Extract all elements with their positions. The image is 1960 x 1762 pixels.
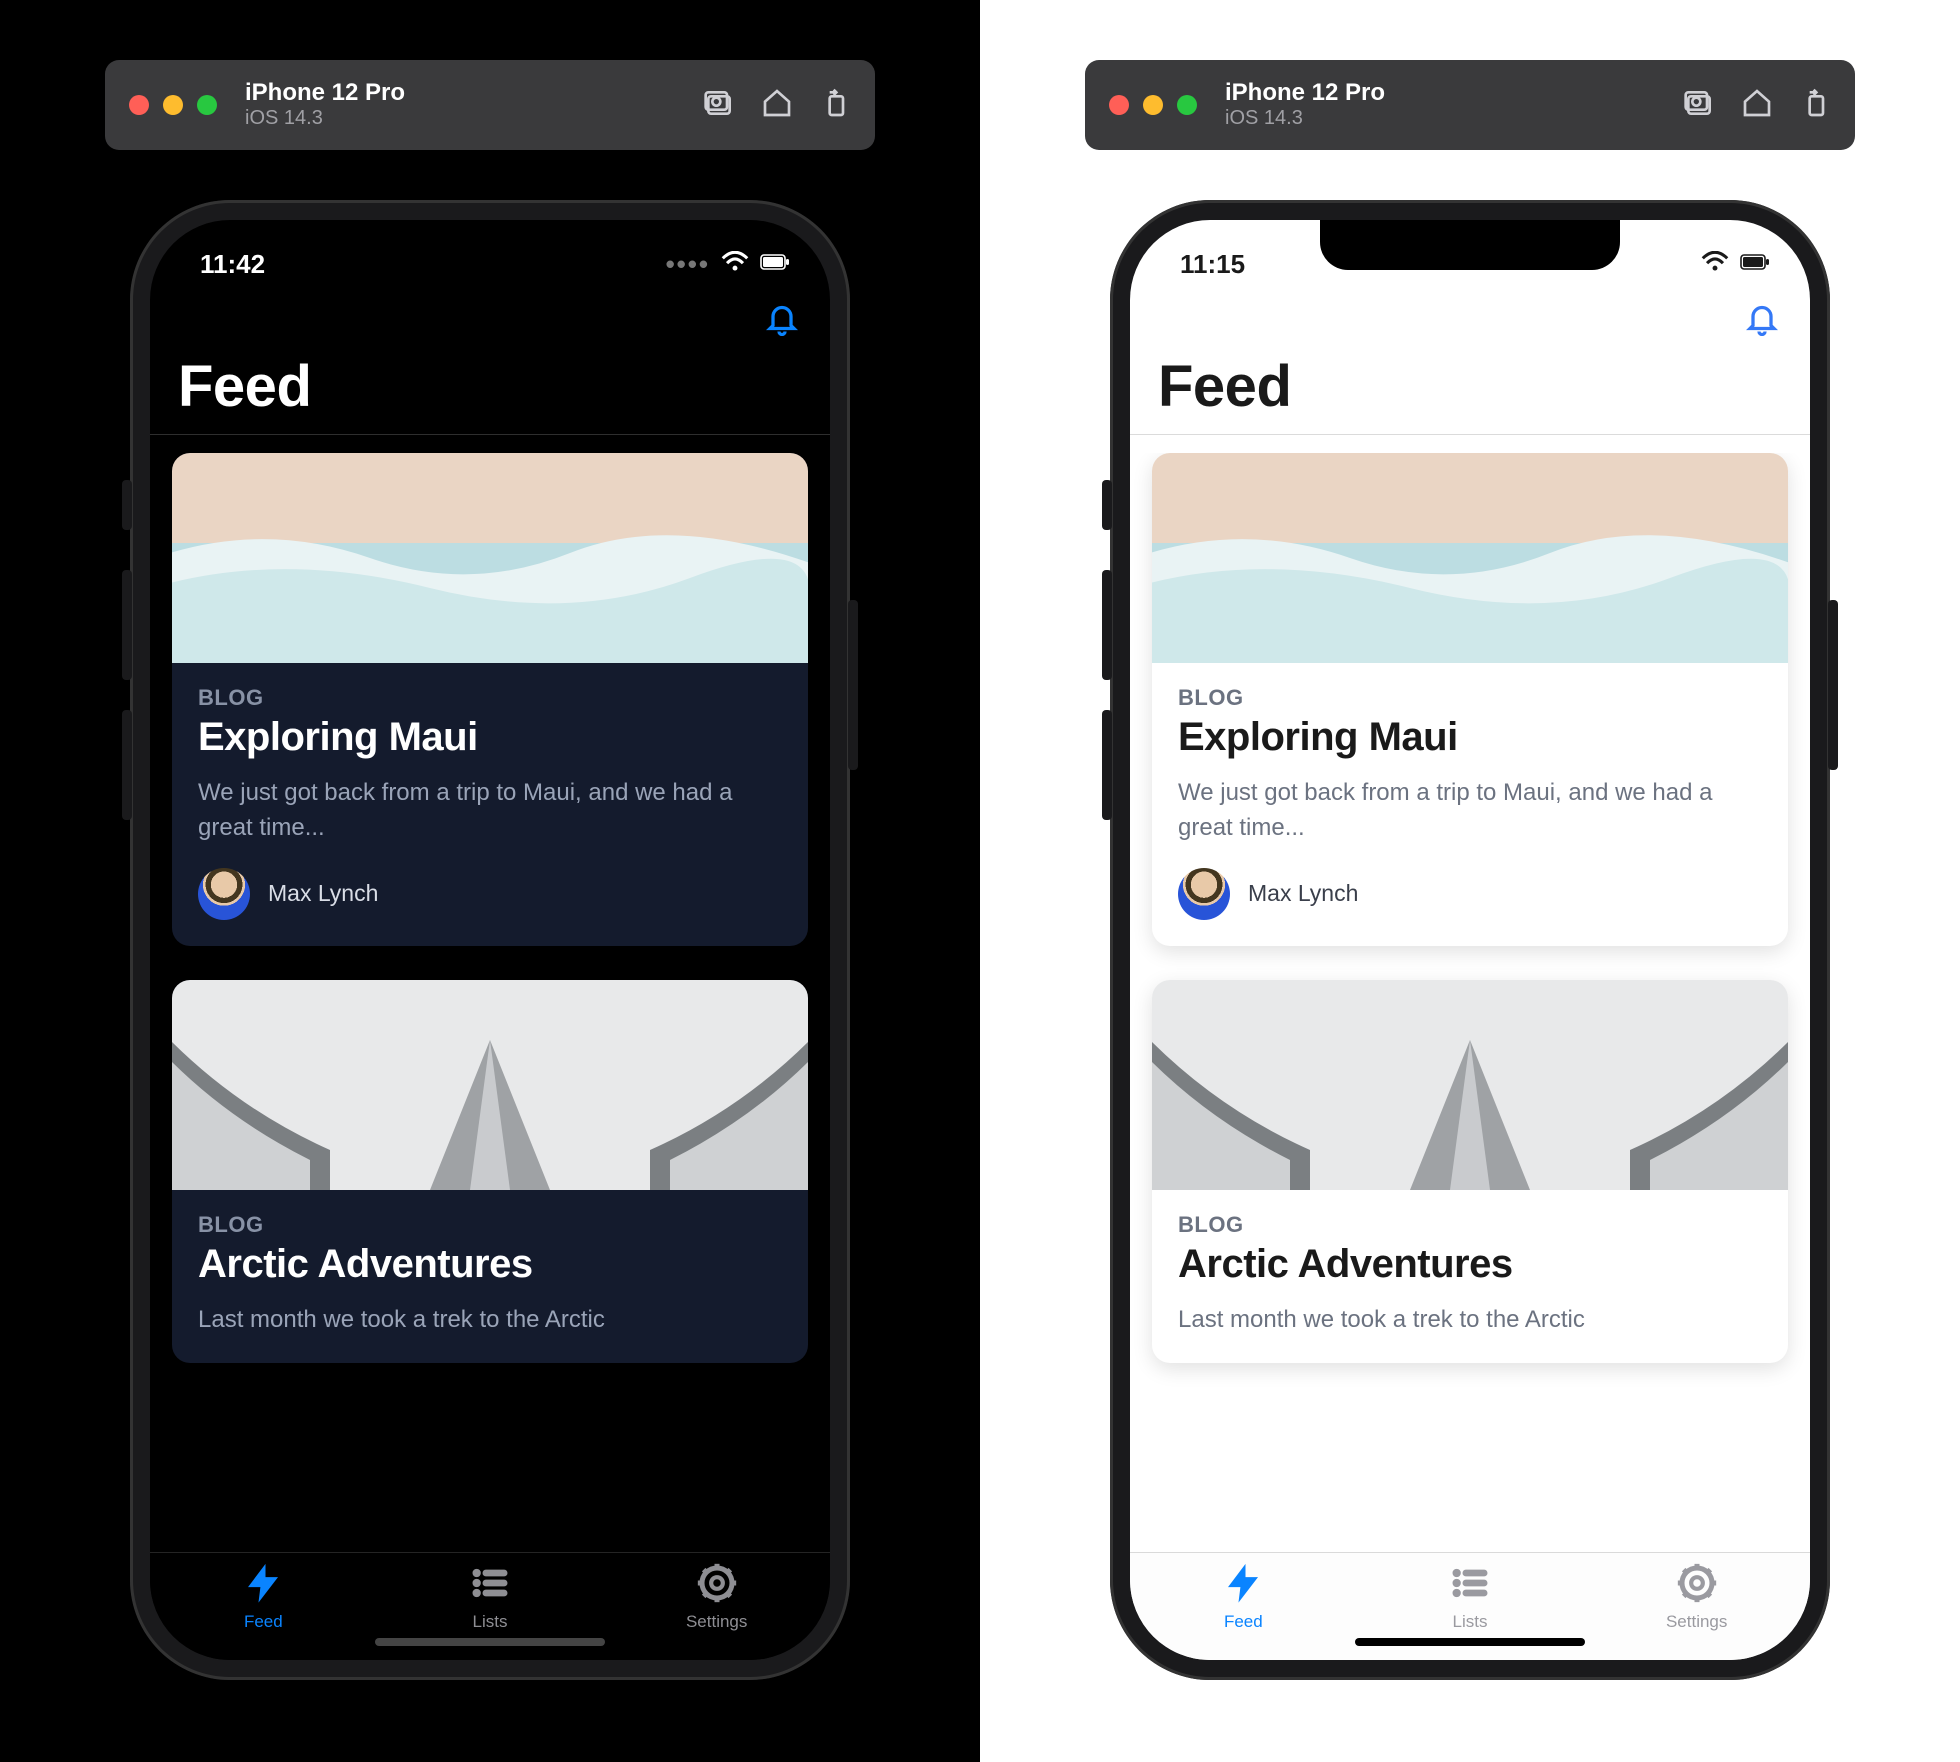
- card-image-snow: [1152, 980, 1788, 1190]
- wifi-icon: [720, 249, 750, 280]
- tab-lists[interactable]: Lists: [377, 1563, 604, 1632]
- rotate-icon[interactable]: [1799, 87, 1831, 124]
- feed-list[interactable]: BLOG Exploring Maui We just got back fro…: [150, 453, 830, 1552]
- tab-settings[interactable]: Settings: [1583, 1563, 1810, 1632]
- simulator-device-info: iPhone 12 Pro iOS 14.3: [1225, 80, 1385, 129]
- simulator-titlebar: iPhone 12 Pro iOS 14.3: [1085, 60, 1855, 150]
- list-icon: [470, 1563, 510, 1608]
- feed-list[interactable]: BLOG Exploring Maui We just got back fro…: [1130, 453, 1810, 1552]
- volume-down-button: [122, 710, 132, 820]
- feed-card[interactable]: BLOG Arctic Adventures Last month we too…: [172, 980, 808, 1364]
- home-icon[interactable]: [1741, 87, 1773, 124]
- status-time: 11:42: [200, 249, 265, 280]
- page-title: Feed: [1130, 341, 1810, 434]
- battery-icon: [760, 249, 790, 280]
- minimize-window-button[interactable]: [163, 95, 183, 115]
- card-description: Last month we took a trek to the Arctic: [1178, 1303, 1762, 1338]
- window-controls: [129, 95, 217, 115]
- card-title: Exploring Maui: [1178, 715, 1762, 760]
- tab-feed[interactable]: Feed: [1130, 1563, 1357, 1632]
- tab-lists[interactable]: Lists: [1357, 1563, 1584, 1632]
- screenshot-icon[interactable]: [1683, 87, 1715, 124]
- fullscreen-window-button[interactable]: [1177, 95, 1197, 115]
- gear-icon: [1677, 1563, 1717, 1608]
- simulator-os-version: iOS 14.3: [1225, 107, 1385, 130]
- card-description: We just got back from a trip to Maui, an…: [1178, 776, 1762, 846]
- author-name: Max Lynch: [1248, 880, 1358, 907]
- card-title: Exploring Maui: [198, 715, 782, 760]
- tab-settings[interactable]: Settings: [603, 1563, 830, 1632]
- simulator-toolbar: [703, 87, 851, 124]
- tab-label: Feed: [1224, 1612, 1263, 1632]
- mute-switch: [1102, 480, 1112, 530]
- card-kicker: BLOG: [198, 685, 782, 711]
- simulator-toolbar: [1683, 87, 1831, 124]
- screen-light: 11:15 Feed: [1130, 220, 1810, 1660]
- card-image-beach: [172, 453, 808, 663]
- simulator-device-name: iPhone 12 Pro: [245, 80, 405, 106]
- wifi-icon: [1700, 249, 1730, 280]
- tab-feed[interactable]: Feed: [150, 1563, 377, 1632]
- status-bar: 11:42 ••••: [150, 220, 830, 290]
- pane-dark-mode: iPhone 12 Pro iOS 14.3 11:42 ••••: [0, 0, 980, 1762]
- tab-label: Lists: [1453, 1612, 1488, 1632]
- simulator-device-info: iPhone 12 Pro iOS 14.3: [245, 80, 405, 129]
- bolt-icon: [243, 1563, 283, 1608]
- cellular-dots-icon: ••••: [666, 249, 710, 280]
- gear-icon: [697, 1563, 737, 1608]
- close-window-button[interactable]: [1109, 95, 1129, 115]
- battery-icon: [1740, 249, 1770, 280]
- title-divider: [150, 434, 830, 435]
- volume-up-button: [1102, 570, 1112, 680]
- list-icon: [1450, 1563, 1490, 1608]
- author-name: Max Lynch: [268, 880, 378, 907]
- feed-card[interactable]: BLOG Arctic Adventures Last month we too…: [1152, 980, 1788, 1364]
- tab-label: Lists: [473, 1612, 508, 1632]
- window-controls: [1109, 95, 1197, 115]
- card-description: We just got back from a trip to Maui, an…: [198, 776, 782, 846]
- tab-label: Settings: [1666, 1612, 1727, 1632]
- simulator-titlebar: iPhone 12 Pro iOS 14.3: [105, 60, 875, 150]
- tab-label: Settings: [686, 1612, 747, 1632]
- screenshot-icon[interactable]: [703, 87, 735, 124]
- home-indicator[interactable]: [1355, 1638, 1585, 1646]
- card-title: Arctic Adventures: [1178, 1242, 1762, 1287]
- home-indicator[interactable]: [375, 1638, 605, 1646]
- screen-dark: 11:42 •••• Feed: [150, 220, 830, 1660]
- simulator-device-name: iPhone 12 Pro: [1225, 80, 1385, 106]
- bolt-icon: [1223, 1563, 1263, 1608]
- power-button: [848, 600, 858, 770]
- author-avatar: [1178, 868, 1230, 920]
- rotate-icon[interactable]: [819, 87, 851, 124]
- title-divider: [1130, 434, 1810, 435]
- mute-switch: [122, 480, 132, 530]
- phone-frame-light: 11:15 Feed: [1110, 200, 1830, 1680]
- power-button: [1828, 600, 1838, 770]
- card-kicker: BLOG: [198, 1212, 782, 1238]
- card-title: Arctic Adventures: [198, 1242, 782, 1287]
- pane-light-mode: iPhone 12 Pro iOS 14.3 11:15: [980, 0, 1960, 1762]
- author-avatar: [198, 868, 250, 920]
- simulator-os-version: iOS 14.3: [245, 107, 405, 130]
- fullscreen-window-button[interactable]: [197, 95, 217, 115]
- feed-card[interactable]: BLOG Exploring Maui We just got back fro…: [172, 453, 808, 946]
- phone-frame-dark: 11:42 •••• Feed: [130, 200, 850, 1680]
- close-window-button[interactable]: [129, 95, 149, 115]
- notifications-button[interactable]: [764, 300, 800, 341]
- home-icon[interactable]: [761, 87, 793, 124]
- tab-label: Feed: [244, 1612, 283, 1632]
- status-bar: 11:15: [1130, 220, 1810, 290]
- card-image-snow: [172, 980, 808, 1190]
- minimize-window-button[interactable]: [1143, 95, 1163, 115]
- status-time: 11:15: [1180, 249, 1245, 280]
- card-description: Last month we took a trek to the Arctic: [198, 1303, 782, 1338]
- card-image-beach: [1152, 453, 1788, 663]
- card-kicker: BLOG: [1178, 685, 1762, 711]
- page-title: Feed: [150, 341, 830, 434]
- volume-down-button: [1102, 710, 1112, 820]
- card-kicker: BLOG: [1178, 1212, 1762, 1238]
- notifications-button[interactable]: [1744, 300, 1780, 341]
- feed-card[interactable]: BLOG Exploring Maui We just got back fro…: [1152, 453, 1788, 946]
- volume-up-button: [122, 570, 132, 680]
